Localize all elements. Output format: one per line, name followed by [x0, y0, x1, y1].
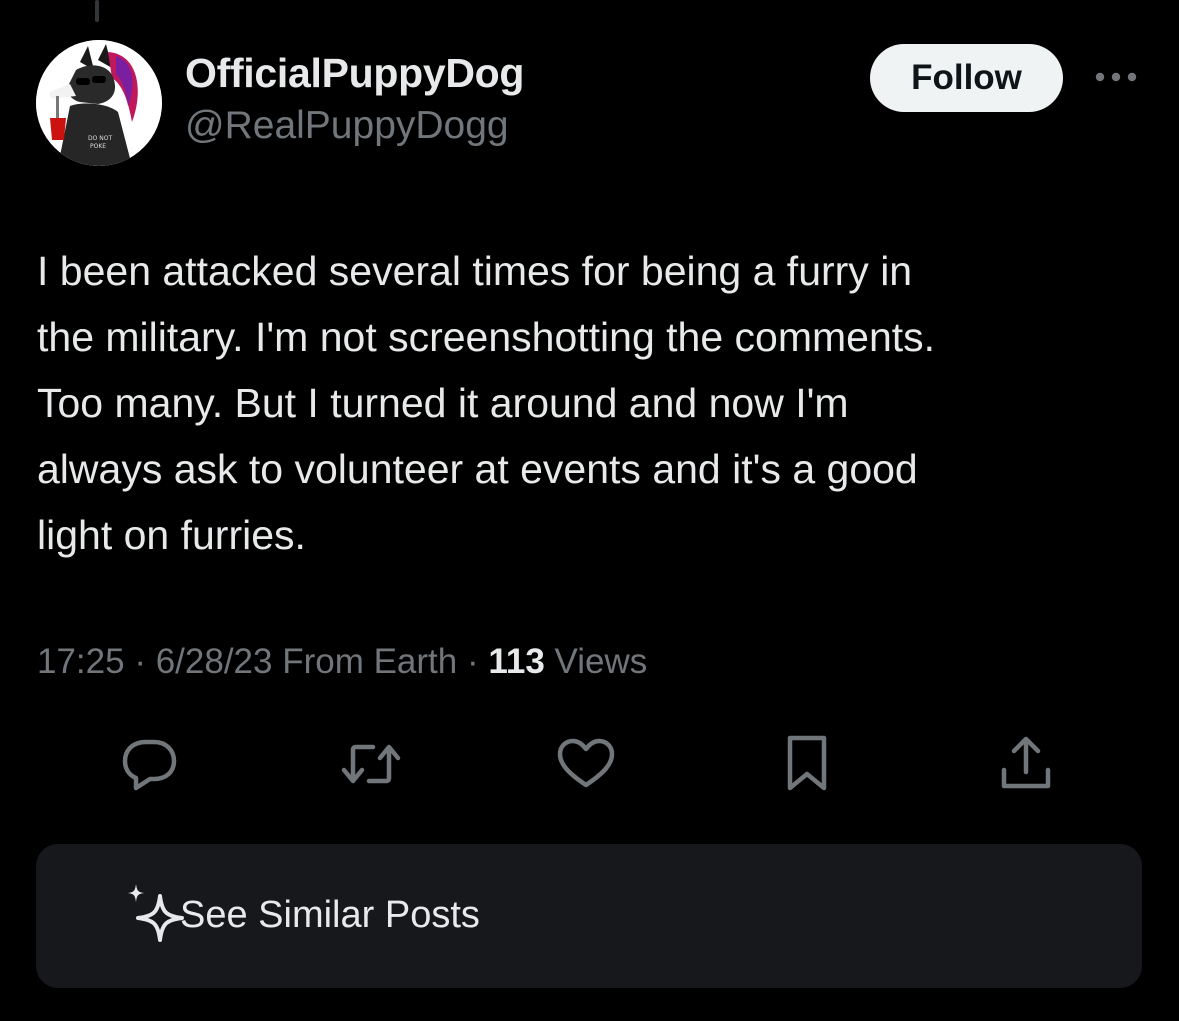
- views-count[interactable]: 113: [488, 642, 544, 681]
- post-text: I been attacked several times for being …: [37, 238, 1137, 568]
- post-date[interactable]: 6/28/23: [156, 642, 273, 681]
- svg-text:POKE: POKE: [90, 143, 106, 150]
- follow-button[interactable]: Follow: [870, 44, 1063, 112]
- post-text-line: Too many. But I turned it around and now…: [37, 380, 849, 426]
- share-icon[interactable]: [994, 732, 1058, 796]
- see-similar-posts-button[interactable]: See Similar Posts: [36, 844, 1142, 988]
- avatar[interactable]: DO NOT POKE: [36, 40, 162, 166]
- bookmark-icon[interactable]: [775, 732, 839, 796]
- user-handle[interactable]: @RealPuppyDogg: [185, 104, 509, 148]
- action-bar: [0, 732, 1179, 796]
- thread-line: [95, 0, 99, 22]
- views-label: Views: [544, 642, 648, 681]
- post-text-line: always ask to volunteer at events and it…: [37, 446, 918, 492]
- post-text-line: the military. I'm not screenshotting the…: [37, 314, 936, 360]
- repost-icon[interactable]: [339, 732, 403, 796]
- avatar-text: DO NOT: [88, 135, 112, 142]
- more-options-icon[interactable]: [1092, 62, 1140, 92]
- post-text-line: light on furries.: [37, 512, 306, 558]
- post-metadata: 17:25 · 6/28/23 From Earth · 113 Views: [37, 642, 647, 682]
- post-detail: DO NOT POKE OfficialPuppyDog @RealPuppyD…: [0, 0, 1179, 1021]
- reply-icon[interactable]: [118, 732, 182, 796]
- separator: ·: [457, 642, 489, 681]
- post-time[interactable]: 17:25: [37, 642, 125, 681]
- see-similar-posts-label: See Similar Posts: [180, 894, 480, 936]
- separator: ·: [124, 642, 156, 681]
- post-source: From Earth: [272, 642, 458, 681]
- like-icon[interactable]: [554, 732, 618, 796]
- display-name[interactable]: OfficialPuppyDog: [185, 50, 524, 97]
- post-text-line: I been attacked several times for being …: [37, 248, 913, 294]
